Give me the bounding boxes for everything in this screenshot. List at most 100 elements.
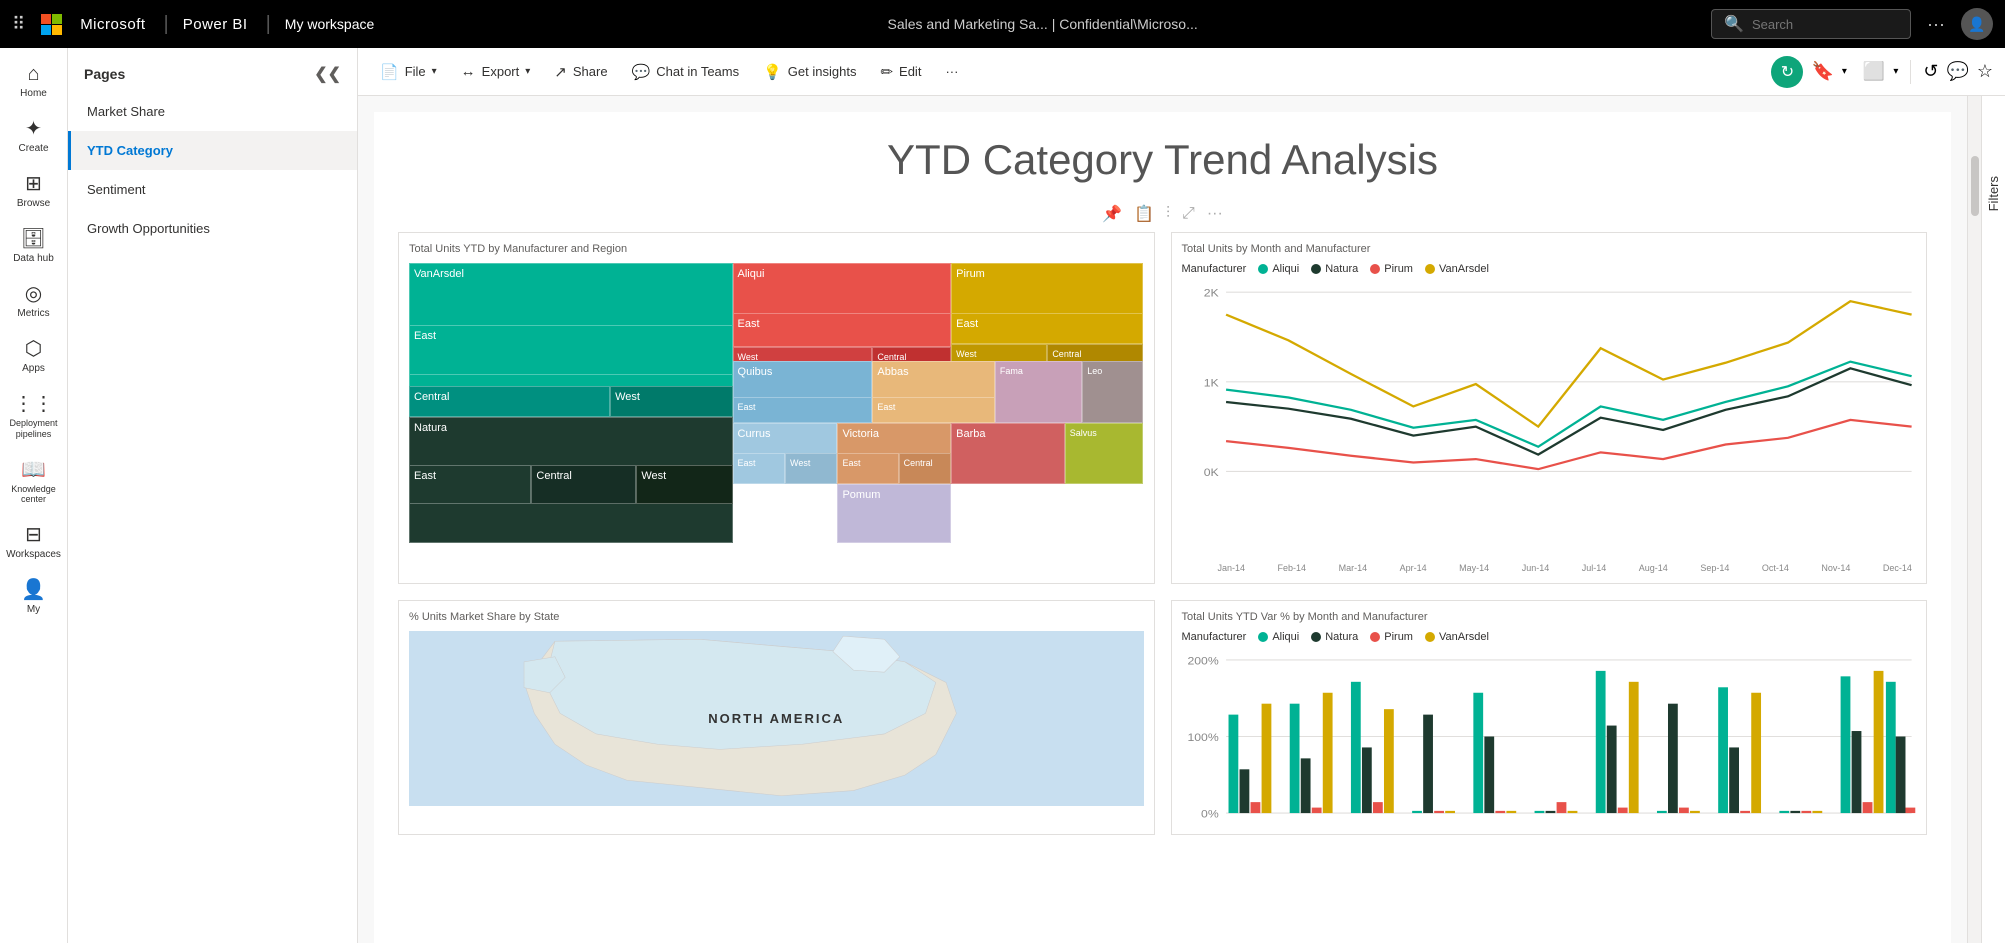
legend-vanarsdel: VanArsdel bbox=[1425, 263, 1489, 275]
page-item-ytd-category[interactable]: YTD Category bbox=[68, 131, 357, 170]
refresh-button[interactable]: ↻ bbox=[1771, 56, 1803, 88]
legend-manufacturer-text: Manufacturer bbox=[1182, 263, 1247, 275]
treemap-cell[interactable]: Central bbox=[531, 465, 636, 504]
edit-icon: ✏ bbox=[880, 63, 893, 81]
sidebar-item-datahub[interactable]: 🗄 Data hub bbox=[4, 221, 64, 272]
expand-icon[interactable]: ⤢ bbox=[1182, 205, 1195, 223]
product-separator: | bbox=[266, 13, 271, 36]
map-title: % Units Market Share by State bbox=[409, 611, 1144, 623]
x-label: Sep-14 bbox=[1700, 563, 1729, 573]
content-area: 📄 File ▾ ↔ Export ▾ ↗ Share 💬 Chat in Te… bbox=[358, 48, 2005, 943]
comment-icon[interactable]: 💬 bbox=[1946, 61, 1968, 82]
search-icon: 🔍 bbox=[1724, 14, 1744, 34]
toolbar-more-button[interactable]: ··· bbox=[935, 58, 968, 85]
sidebar-label-apps: Apps bbox=[22, 363, 45, 374]
line-chart[interactable]: 2K 1K 0K bbox=[1182, 281, 1917, 561]
search-box[interactable]: 🔍 bbox=[1711, 9, 1911, 39]
copy-icon[interactable]: 📋 bbox=[1134, 204, 1154, 224]
x-label: Aug-14 bbox=[1639, 563, 1668, 573]
page-item-sentiment[interactable]: Sentiment bbox=[68, 170, 357, 209]
chat-teams-button[interactable]: 💬 Chat in Teams bbox=[622, 57, 750, 87]
star-icon[interactable]: ☆ bbox=[1977, 61, 1993, 82]
treemap-cell[interactable]: Barba bbox=[951, 423, 1065, 485]
browse-icon: ⊞ bbox=[25, 174, 42, 194]
knowledge-icon: 📖 bbox=[21, 460, 46, 480]
line-chart-legend: Manufacturer Aliqui Natura bbox=[1182, 263, 1917, 275]
export-button[interactable]: ↔ Export ▾ bbox=[451, 57, 541, 86]
search-input[interactable] bbox=[1752, 17, 1892, 32]
bar-legend-manufacturer: Manufacturer bbox=[1182, 631, 1247, 643]
bar-chart[interactable]: 200% 100% 0% bbox=[1182, 649, 1917, 824]
waffle-icon[interactable]: ⠿ bbox=[12, 14, 25, 35]
sidebar-item-browse[interactable]: ⊞ Browse bbox=[4, 166, 64, 217]
charts-grid: Total Units YTD by Manufacturer and Regi… bbox=[398, 232, 1927, 835]
view-icon[interactable]: ⬜ bbox=[1863, 61, 1885, 82]
get-insights-button[interactable]: 💡 Get insights bbox=[753, 57, 866, 87]
treemap-cell[interactable]: East bbox=[409, 465, 531, 504]
toolbar: 📄 File ▾ ↔ Export ▾ ↗ Share 💬 Chat in Te… bbox=[358, 48, 2005, 96]
sidebar-label-datahub: Data hub bbox=[13, 253, 54, 264]
treemap-cell[interactable]: Leo bbox=[1082, 361, 1143, 423]
sidebar-item-metrics[interactable]: ◎ Metrics bbox=[4, 276, 64, 327]
treemap-cell[interactable]: West bbox=[785, 453, 837, 484]
sidebar-item-workspaces[interactable]: ⊟ Workspaces bbox=[4, 517, 64, 568]
treemap-cell[interactable]: Central bbox=[409, 386, 610, 417]
page-item-growth[interactable]: Growth Opportunities bbox=[68, 209, 357, 248]
vertical-scrollbar[interactable] bbox=[1967, 96, 1981, 943]
microsoft-logo bbox=[41, 14, 68, 35]
treemap-cell[interactable]: Salvus bbox=[1065, 423, 1144, 485]
more-options-button[interactable]: ··· bbox=[1919, 10, 1953, 39]
svg-text:0K: 0K bbox=[1203, 466, 1218, 478]
treemap-cell[interactable]: Fama bbox=[995, 361, 1082, 423]
map-container: % Units Market Share by State bbox=[398, 600, 1155, 835]
sidebar-label-home: Home bbox=[20, 88, 47, 99]
scroll-thumb[interactable] bbox=[1971, 156, 1979, 216]
bookmark-icon[interactable]: 🔖 bbox=[1811, 61, 1833, 82]
treemap-cell[interactable]: Pomum bbox=[837, 484, 951, 543]
bar-dot-natura bbox=[1311, 632, 1321, 642]
teams-icon: 💬 bbox=[632, 63, 651, 81]
bookmark-chevron-icon[interactable]: ▾ bbox=[1842, 66, 1847, 77]
sidebar-item-my[interactable]: 👤 My bbox=[4, 572, 64, 623]
view-chevron-icon[interactable]: ▾ bbox=[1893, 66, 1898, 77]
treemap-cell[interactable]: East bbox=[733, 397, 873, 422]
legend-aliqui: Aliqui bbox=[1258, 263, 1299, 275]
treemap-cell[interactable]: East bbox=[733, 313, 952, 347]
avatar[interactable]: 👤 bbox=[1961, 8, 1993, 40]
reload-icon[interactable]: ↺ bbox=[1923, 61, 1938, 82]
edit-button[interactable]: ✏ Edit bbox=[870, 57, 931, 87]
share-button[interactable]: ↗ Share bbox=[544, 57, 617, 87]
file-icon: 📄 bbox=[380, 63, 399, 81]
x-label: May-14 bbox=[1459, 563, 1489, 573]
treemap-cell[interactable]: Central bbox=[899, 453, 951, 484]
treemap-cell[interactable]: East bbox=[837, 453, 898, 484]
more-visual-icon[interactable]: ··· bbox=[1207, 205, 1223, 223]
treemap-cell[interactable]: East bbox=[733, 453, 785, 484]
legend-dot-pirum bbox=[1370, 264, 1380, 274]
pin-icon[interactable]: 📌 bbox=[1102, 204, 1122, 224]
sidebar-label-deployment: Deployment pipelines bbox=[8, 418, 60, 440]
pages-collapse-button[interactable]: ❮❮ bbox=[314, 64, 341, 84]
sidebar-item-deployment[interactable]: ⋮⋮ Deployment pipelines bbox=[4, 386, 64, 448]
share-icon: ↗ bbox=[554, 63, 567, 81]
page-item-market-share[interactable]: Market Share bbox=[68, 92, 357, 131]
bar-legend-natura: Natura bbox=[1311, 631, 1358, 643]
bar-legend-pirum: Pirum bbox=[1370, 631, 1413, 643]
treemap-cell[interactable]: East bbox=[872, 397, 994, 422]
treemap-cell[interactable]: East bbox=[409, 325, 733, 375]
sidebar-label-metrics: Metrics bbox=[17, 308, 49, 319]
treemap-cell[interactable]: West bbox=[636, 465, 732, 504]
treemap[interactable]: VanArsdelEastCentralWestNaturaEastCentra… bbox=[409, 263, 1144, 543]
sidebar-label-browse: Browse bbox=[17, 198, 50, 209]
filters-label[interactable]: Filters bbox=[1986, 176, 2001, 211]
map[interactable]: NORTH AMERICA bbox=[409, 631, 1144, 806]
file-button[interactable]: 📄 File ▾ bbox=[370, 57, 447, 87]
filter-icon[interactable]: ⫶ bbox=[1166, 205, 1170, 223]
sidebar-item-home[interactable]: ⌂ Home bbox=[4, 56, 64, 107]
sidebar-item-knowledge[interactable]: 📖 Knowledge center bbox=[4, 452, 64, 514]
sidebar-item-apps[interactable]: ⬡ Apps bbox=[4, 331, 64, 382]
sidebar-item-create[interactable]: ✦ Create bbox=[4, 111, 64, 162]
treemap-cell[interactable]: East bbox=[951, 313, 1143, 344]
treemap-cell[interactable]: West bbox=[610, 386, 732, 417]
filters-panel: Filters bbox=[1981, 96, 2005, 943]
